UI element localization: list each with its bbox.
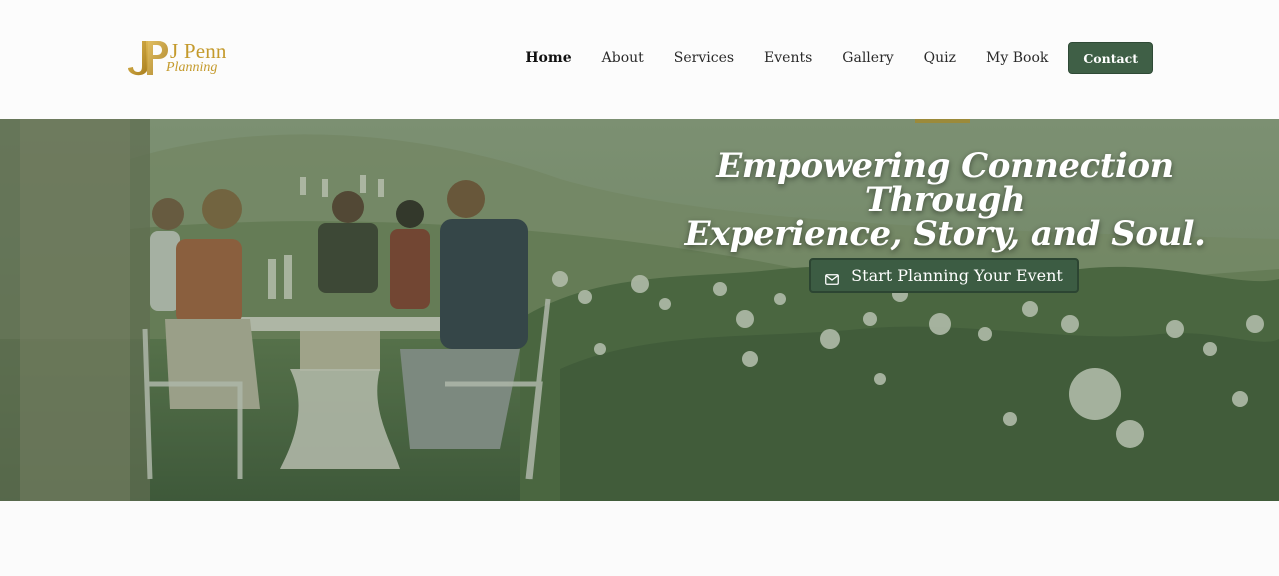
brand-tagline: Planning — [166, 60, 218, 75]
hero-title-line-1: Empowering Connection Through — [716, 146, 1174, 220]
site-header: J Penn Planning Home About Services Even… — [0, 0, 1279, 119]
start-planning-button[interactable]: Start Planning Your Event — [809, 258, 1079, 293]
contact-button[interactable]: Contact — [1068, 42, 1153, 74]
nav-item-events[interactable]: Events — [764, 50, 812, 66]
main-nav: Home About Services Events Gallery Quiz … — [525, 42, 1153, 74]
nav-item-my-book[interactable]: My Book — [986, 50, 1048, 66]
mail-icon — [825, 270, 840, 285]
nav-item-home[interactable]: Home — [525, 50, 571, 66]
nav-item-services[interactable]: Services — [674, 50, 734, 66]
content-section — [0, 501, 1279, 576]
hero-title: Empowering Connection Through Experience… — [640, 149, 1250, 251]
nav-item-gallery[interactable]: Gallery — [842, 50, 893, 66]
brand-logo[interactable]: J Penn Planning — [126, 38, 236, 80]
hero-banner: Empowering Connection Through Experience… — [0, 119, 1279, 501]
nav-item-about[interactable]: About — [602, 50, 644, 66]
start-planning-label: Start Planning Your Event — [851, 266, 1063, 285]
nav-item-quiz[interactable]: Quiz — [924, 50, 956, 66]
hero-title-line-2: Experience, Story, and Soul. — [684, 214, 1206, 254]
